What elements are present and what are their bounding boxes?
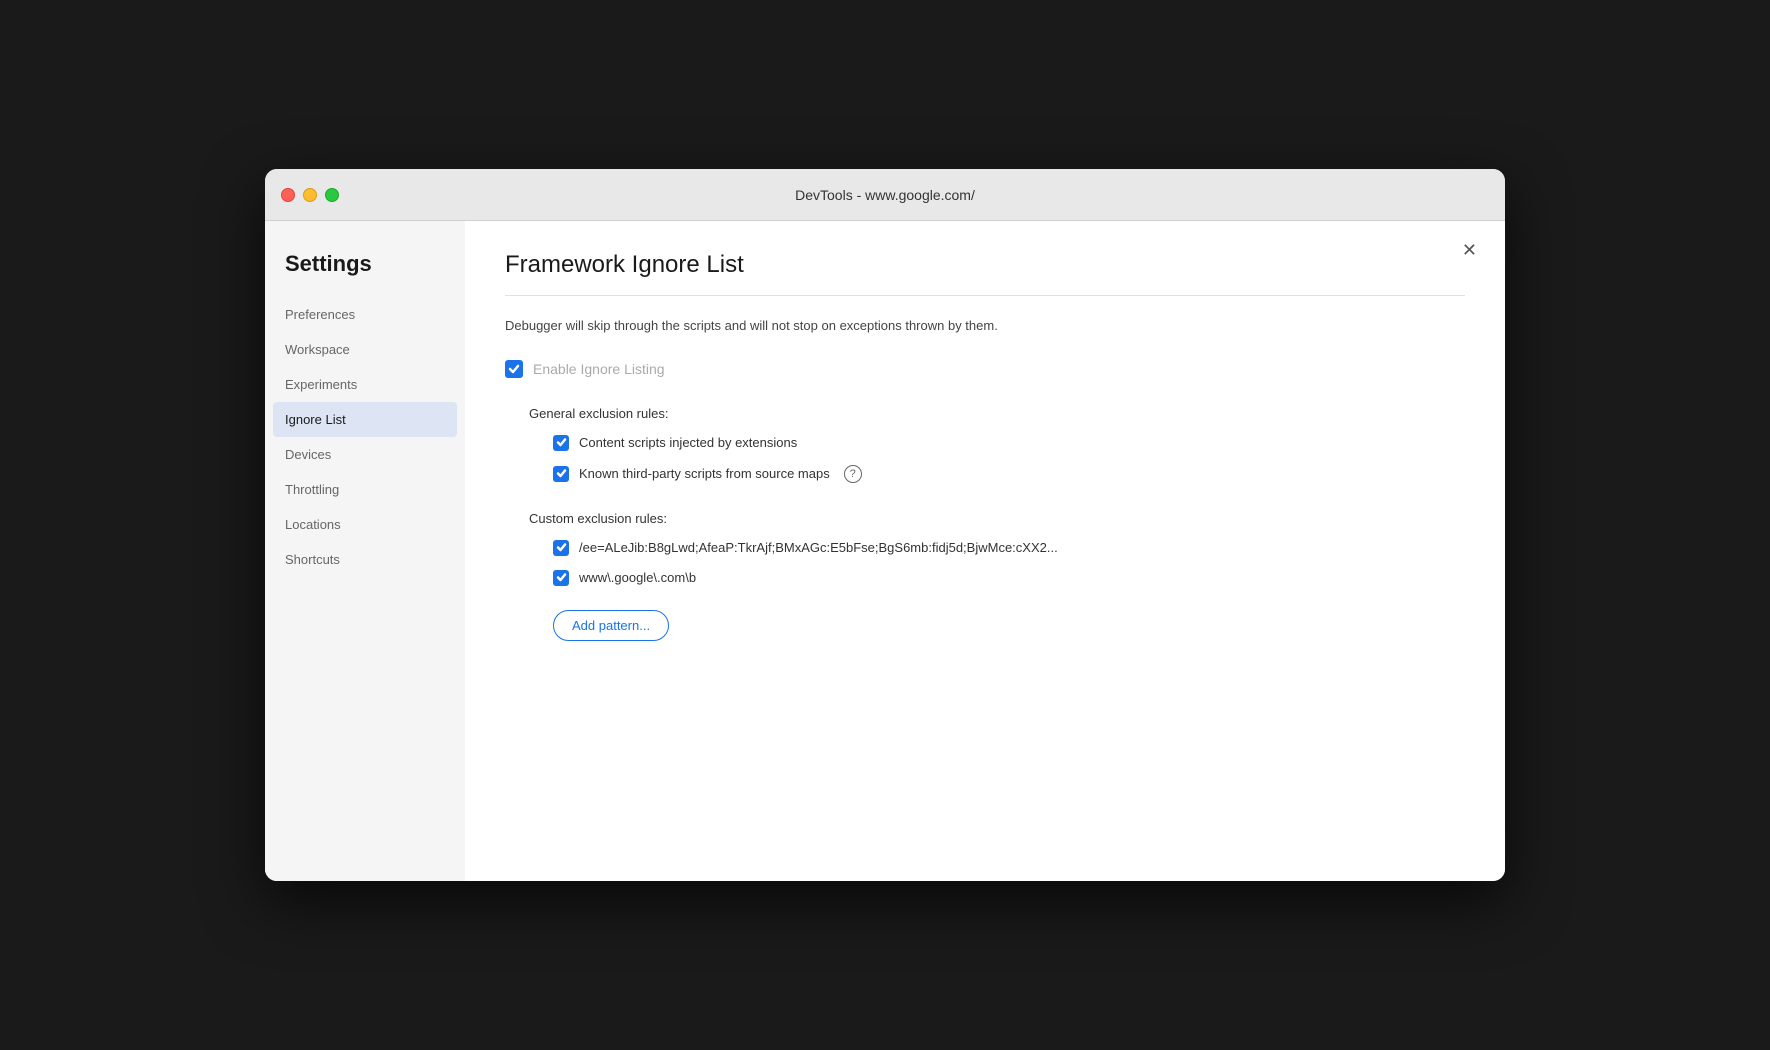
info-icon[interactable]: ? <box>844 465 862 483</box>
sidebar-item-preferences[interactable]: Preferences <box>265 297 465 332</box>
third-party-scripts-checkbox[interactable] <box>553 466 569 482</box>
window-title: DevTools - www.google.com/ <box>795 187 975 203</box>
sidebar-item-locations[interactable]: Locations <box>265 507 465 542</box>
custom-rule-0-label: /ee=ALeJib:B8gLwd;AfeaP:TkrAjf;BMxAGc:E5… <box>579 540 1058 555</box>
general-exclusion-label: General exclusion rules: <box>529 406 1465 421</box>
third-party-scripts-label: Known third-party scripts from source ma… <box>579 466 830 481</box>
content-area: Settings Preferences Workspace Experimen… <box>265 221 1505 881</box>
sidebar-item-workspace[interactable]: Workspace <box>265 332 465 367</box>
enable-ignore-listing-label: Enable Ignore Listing <box>533 361 665 377</box>
custom-rule-1-label: www\.google\.com\b <box>579 570 696 585</box>
custom-rule-0-checkbox[interactable] <box>553 540 569 556</box>
sidebar-item-devices[interactable]: Devices <box>265 437 465 472</box>
sidebar-item-shortcuts[interactable]: Shortcuts <box>265 542 465 577</box>
sidebar-item-experiments[interactable]: Experiments <box>265 367 465 402</box>
custom-exclusion-label: Custom exclusion rules: <box>529 511 1465 526</box>
custom-rule-row-0: /ee=ALeJib:B8gLwd;AfeaP:TkrAjf;BMxAGc:E5… <box>553 540 1465 556</box>
page-title: Framework Ignore List <box>505 251 1465 279</box>
general-rule-row-0: Content scripts injected by extensions <box>553 435 1465 451</box>
content-scripts-checkbox[interactable] <box>553 435 569 451</box>
title-divider <box>505 295 1465 296</box>
sidebar-item-throttling[interactable]: Throttling <box>265 472 465 507</box>
description-text: Debugger will skip through the scripts a… <box>505 316 1465 336</box>
minimize-traffic-light[interactable] <box>303 188 317 202</box>
custom-rule-row-1: www\.google\.com\b <box>553 570 1465 586</box>
maximize-traffic-light[interactable] <box>325 188 339 202</box>
general-rule-row-1: Known third-party scripts from source ma… <box>553 465 1465 483</box>
general-exclusion-section: General exclusion rules: Content scripts… <box>505 406 1465 483</box>
custom-exclusion-section: Custom exclusion rules: /ee=ALeJib:B8gLw… <box>505 511 1465 641</box>
main-panel: ✕ Framework Ignore List Debugger will sk… <box>465 221 1505 881</box>
custom-rule-1-checkbox[interactable] <box>553 570 569 586</box>
titlebar: DevTools - www.google.com/ <box>265 169 1505 221</box>
close-traffic-light[interactable] <box>281 188 295 202</box>
sidebar: Settings Preferences Workspace Experimen… <box>265 221 465 881</box>
sidebar-heading: Settings <box>265 251 465 297</box>
enable-ignore-listing-row: Enable Ignore Listing <box>505 360 1465 378</box>
add-pattern-button[interactable]: Add pattern... <box>553 610 669 641</box>
sidebar-item-ignore-list[interactable]: Ignore List <box>273 402 457 437</box>
enable-ignore-listing-checkbox[interactable] <box>505 360 523 378</box>
content-scripts-label: Content scripts injected by extensions <box>579 435 797 450</box>
devtools-window: DevTools - www.google.com/ Settings Pref… <box>265 169 1505 881</box>
traffic-lights <box>281 188 339 202</box>
close-button[interactable]: ✕ <box>1454 237 1485 263</box>
